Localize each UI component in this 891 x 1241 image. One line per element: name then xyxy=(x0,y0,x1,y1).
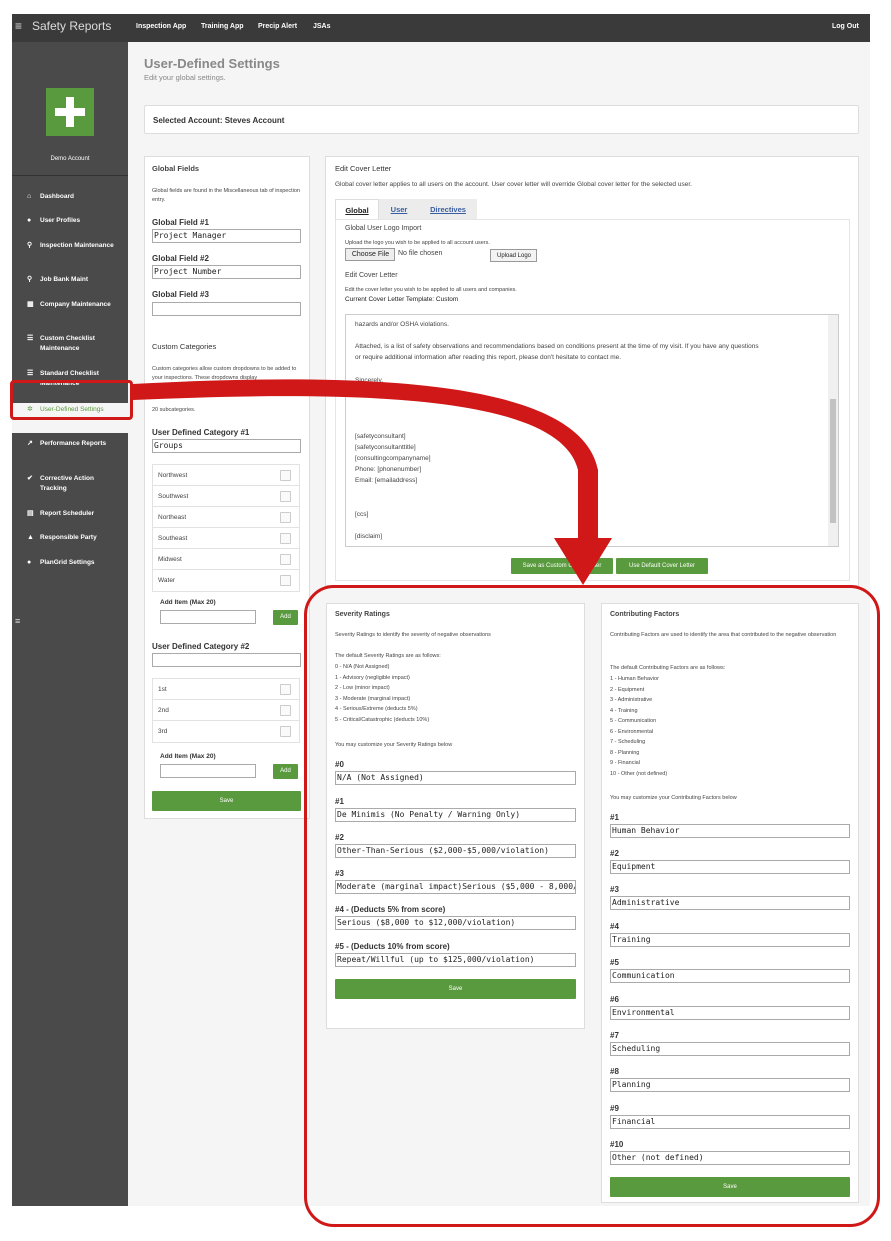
highlight-frame xyxy=(304,585,880,1227)
